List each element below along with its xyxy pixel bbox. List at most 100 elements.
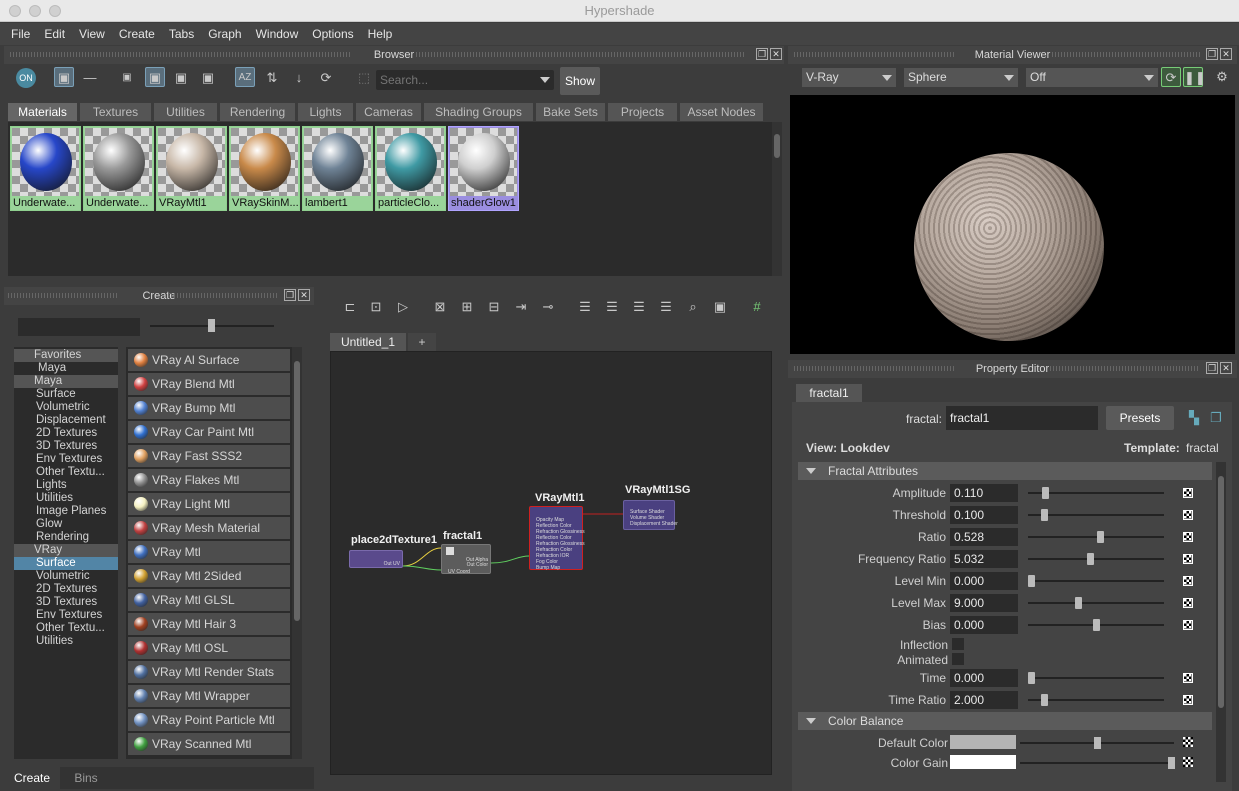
xlarge-icon-size-icon[interactable]: ▣ bbox=[198, 68, 218, 88]
material-swatch[interactable]: particleClo... bbox=[375, 126, 446, 211]
tab-fractal1[interactable]: fractal1 bbox=[796, 384, 862, 402]
slider-knob[interactable] bbox=[1168, 757, 1175, 769]
tree-item[interactable]: Rendering bbox=[14, 531, 118, 544]
menu-view[interactable]: View bbox=[72, 27, 112, 41]
close-panel-icon[interactable]: ✕ bbox=[770, 48, 782, 60]
map-button-icon[interactable] bbox=[1183, 488, 1193, 498]
toggle-on-icon[interactable]: ON bbox=[16, 68, 36, 88]
refresh-icon[interactable]: ⟳ bbox=[316, 68, 336, 88]
slider-knob[interactable] bbox=[208, 319, 215, 332]
filter-icon[interactable]: ⬚ bbox=[354, 68, 374, 88]
sort-type-icon[interactable]: ⇅ bbox=[262, 68, 282, 88]
tree-category-header[interactable]: Maya bbox=[14, 375, 118, 388]
node-list-item[interactable]: VRay Mtl GLSL bbox=[128, 589, 290, 611]
attribute-value-field[interactable]: 9.000 bbox=[950, 594, 1018, 612]
shape-dropdown[interactable]: Sphere bbox=[904, 68, 1018, 87]
node-list-item[interactable]: VRay Mtl Hair 3 bbox=[128, 613, 290, 635]
pause-render-icon[interactable]: ❚❚ bbox=[1183, 67, 1206, 87]
map-button-icon[interactable] bbox=[1183, 554, 1193, 564]
tab-shading-groups[interactable]: Shading Groups bbox=[424, 103, 534, 121]
clear-graph-icon[interactable]: ⇥ bbox=[511, 297, 531, 317]
attribute-slider[interactable] bbox=[1028, 514, 1164, 516]
property-scrollbar[interactable] bbox=[1216, 462, 1226, 782]
graph-layout-icon[interactable]: ▷ bbox=[393, 297, 413, 317]
tree-item[interactable]: Utilities bbox=[14, 492, 118, 505]
node-list-item[interactable]: VRay Flakes Mtl bbox=[128, 469, 290, 491]
menu-help[interactable]: Help bbox=[361, 27, 400, 41]
tree-item[interactable]: Surface bbox=[14, 388, 118, 401]
tree-item[interactable]: Surface bbox=[14, 557, 118, 570]
node-list-scrollbar[interactable] bbox=[292, 347, 302, 759]
float-panel-icon[interactable]: ❐ bbox=[1206, 362, 1218, 374]
material-swatch[interactable]: Underwate... bbox=[83, 126, 154, 211]
menu-window[interactable]: Window bbox=[249, 27, 306, 41]
tab-cameras[interactable]: Cameras bbox=[356, 103, 422, 121]
menu-graph[interactable]: Graph bbox=[201, 27, 248, 41]
attribute-value-field[interactable]: 0.000 bbox=[950, 669, 1018, 687]
graph-tab-untitled[interactable]: Untitled_1 bbox=[330, 333, 406, 351]
tree-item[interactable]: Env Textures bbox=[14, 453, 118, 466]
slider-knob[interactable] bbox=[1042, 487, 1050, 499]
slider-knob[interactable] bbox=[1086, 553, 1094, 565]
color-gain-swatch[interactable] bbox=[950, 755, 1016, 769]
remove-selected-icon[interactable]: ⊸ bbox=[538, 297, 558, 317]
sort-az-icon[interactable]: AZ bbox=[235, 67, 255, 87]
float-panel-icon[interactable]: ❐ bbox=[284, 289, 296, 301]
add-graph-tab-button[interactable]: + bbox=[408, 333, 436, 351]
presets-button[interactable]: Presets bbox=[1106, 406, 1174, 430]
io-connections-icon[interactable]: ⊞ bbox=[457, 297, 477, 317]
tree-item[interactable]: Displacement bbox=[14, 414, 118, 427]
map-button-icon[interactable] bbox=[1183, 532, 1193, 542]
menu-options[interactable]: Options bbox=[305, 27, 360, 41]
small-icon-size-icon[interactable]: ▣ bbox=[117, 68, 137, 88]
menu-tabs[interactable]: Tabs bbox=[162, 27, 201, 41]
node-list-item[interactable]: VRay Car Paint Mtl bbox=[128, 421, 290, 443]
search-field[interactable] bbox=[376, 70, 554, 90]
frame-selected-icon[interactable]: ⊡ bbox=[366, 297, 386, 317]
animated-checkbox[interactable] bbox=[952, 653, 964, 665]
tree-item[interactable]: 2D Textures bbox=[14, 427, 118, 440]
menu-file[interactable]: File bbox=[4, 27, 37, 41]
map-button-icon[interactable] bbox=[1183, 695, 1193, 705]
simple-mode-icon[interactable]: ☰ bbox=[575, 297, 595, 317]
sort-time-icon[interactable]: ↓ bbox=[289, 68, 309, 88]
close-window-button[interactable] bbox=[9, 5, 21, 17]
color-gain-slider[interactable] bbox=[1020, 757, 1175, 769]
map-button-icon[interactable] bbox=[1183, 576, 1193, 586]
node-vraymtl1sg[interactable]: Surface Shader Volume Shader Displacement … bbox=[623, 500, 678, 530]
tree-item[interactable]: 3D Textures bbox=[14, 596, 118, 609]
node-list-item[interactable]: VRay Mtl Render Stats bbox=[128, 661, 290, 683]
tree-item[interactable]: Maya bbox=[14, 362, 118, 375]
drag-grip[interactable] bbox=[794, 52, 954, 57]
drag-grip[interactable] bbox=[1050, 366, 1200, 371]
attribute-value-field[interactable]: 0.528 bbox=[950, 528, 1018, 546]
attribute-slider[interactable] bbox=[1028, 602, 1164, 604]
material-swatch[interactable]: lambert1 bbox=[302, 126, 373, 211]
refresh-render-icon[interactable]: ⟳ bbox=[1161, 67, 1181, 87]
tab-materials[interactable]: Materials bbox=[8, 103, 78, 121]
node-fractal1[interactable]: Out Alpha Out Color UV Coord bbox=[441, 544, 491, 575]
tree-item[interactable]: Utilities bbox=[14, 635, 118, 648]
menu-create[interactable]: Create bbox=[112, 27, 162, 41]
section-fractal-attributes[interactable]: Fractal Attributes bbox=[798, 462, 1212, 480]
show-hide-icon[interactable]: ▚ bbox=[1184, 408, 1204, 428]
node-list-item[interactable]: VRay Mtl OSL bbox=[128, 637, 290, 659]
attribute-value-field[interactable]: 0.110 bbox=[950, 484, 1018, 502]
full-mode-icon[interactable]: ☰ bbox=[629, 297, 649, 317]
attribute-slider[interactable] bbox=[1028, 677, 1164, 679]
section-color-balance[interactable]: Color Balance bbox=[798, 712, 1212, 730]
node-list-item[interactable]: VRay Mtl Wrapper bbox=[128, 685, 290, 707]
material-swatch[interactable]: VRaySkinM... bbox=[229, 126, 300, 211]
tree-category-header[interactable]: VRay bbox=[14, 544, 118, 557]
node-list-item[interactable]: VRay Mtl bbox=[128, 541, 290, 563]
slider-knob[interactable] bbox=[1096, 531, 1104, 543]
tree-item[interactable]: Other Textu... bbox=[14, 466, 118, 479]
drag-grip[interactable] bbox=[8, 293, 118, 298]
search-input[interactable] bbox=[380, 72, 530, 88]
node-list-item[interactable]: VRay Fast SSS2 bbox=[128, 445, 290, 467]
tree-item[interactable]: Volumetric bbox=[14, 401, 118, 414]
search-icon[interactable]: ⌕ bbox=[683, 297, 703, 317]
connected-mode-icon[interactable]: ☰ bbox=[602, 297, 622, 317]
attribute-slider[interactable] bbox=[1028, 580, 1164, 582]
slider-knob[interactable] bbox=[1074, 597, 1082, 609]
